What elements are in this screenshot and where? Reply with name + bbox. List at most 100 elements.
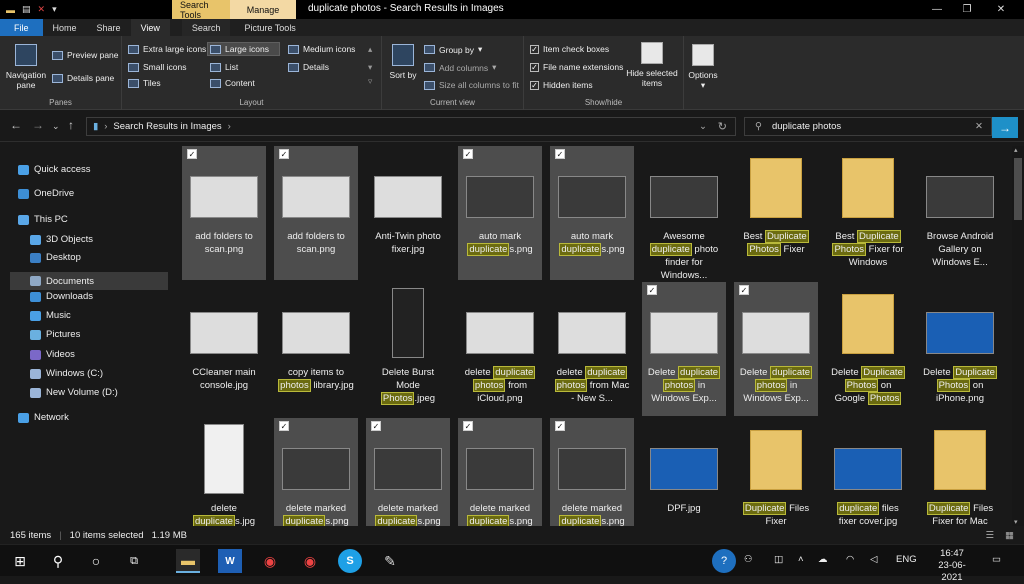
nav-item[interactable]: Downloads — [30, 291, 93, 302]
details-option[interactable]: Details — [288, 62, 329, 72]
navigation-pane-button[interactable]: Navigation pane — [4, 44, 48, 90]
file-explorer-taskbar-icon[interactable]: ▬ — [176, 549, 200, 573]
file-item[interactable]: ✓ auto mark duplicate s.png — [458, 146, 542, 280]
layout-scroll-up-icon[interactable]: ▴ — [368, 44, 372, 55]
recent-locations-icon[interactable]: ⌄ — [52, 121, 60, 132]
up-arrow-icon[interactable]: ↑ — [68, 118, 74, 132]
task-view-icon[interactable]: ⧉ — [122, 549, 146, 573]
item-checkbox[interactable]: ✓ — [187, 149, 197, 159]
search-go-button[interactable]: → — [992, 117, 1018, 138]
group-by-button[interactable]: Group by ▾ — [424, 44, 482, 55]
item-checkbox[interactable]: ✓ — [279, 421, 289, 431]
file-item[interactable]: Awesome duplicate photo finder for Windo… — [642, 146, 726, 281]
address-dropdown-icon[interactable]: ⌄ — [699, 121, 707, 132]
file-item[interactable]: CCleaner main console.jpg — [182, 282, 266, 416]
search-box[interactable]: ⚲ duplicate photos ✕ — [744, 117, 992, 136]
nav-item[interactable]: Quick access — [18, 164, 91, 175]
small-icons-option[interactable]: Small icons — [128, 62, 186, 72]
file-item[interactable]: delete duplicate s.jpg — [182, 418, 266, 526]
show-hidden-icons-icon[interactable]: ˄ — [798, 554, 804, 565]
tiles-option[interactable]: Tiles — [128, 78, 161, 88]
tab-search[interactable]: Search — [181, 19, 231, 36]
item-checkbox[interactable]: ✓ — [463, 421, 473, 431]
content-option[interactable]: Content — [210, 78, 255, 88]
search-input[interactable]: duplicate photos — [772, 121, 841, 132]
nav-item[interactable]: This PC — [18, 214, 68, 225]
large-icons-view-icon[interactable]: ▦ — [1005, 530, 1014, 541]
nav-item[interactable]: Pictures — [30, 329, 80, 340]
address-bar[interactable]: ▮ › Search Results in Images › ⌄ ↻ — [86, 117, 736, 136]
nav-item[interactable]: Videos — [30, 349, 75, 360]
input-language[interactable]: ENG — [896, 554, 917, 565]
file-item[interactable]: Delete Duplicate Photos on iPhone.png — [918, 282, 1002, 416]
preview-pane-button[interactable]: Preview pane — [52, 50, 119, 60]
file-item[interactable]: ✓ delete marked duplicate s.png — [274, 418, 358, 526]
file-item[interactable]: Best Duplicate Photos Fixer — [734, 146, 818, 280]
file-item[interactable]: delete duplicate photos from iCloud.png — [458, 282, 542, 416]
nav-item[interactable]: Documents — [10, 272, 168, 290]
hide-selected-items-button[interactable]: Hide selected items — [624, 42, 680, 88]
paint-taskbar-icon[interactable]: ✎ — [378, 549, 402, 573]
file-item[interactable]: Best Duplicate Photos Fixer for Windows — [826, 146, 910, 280]
back-arrow-icon[interactable]: ← — [10, 118, 22, 132]
layout-expand-icon[interactable]: ▿ — [368, 76, 372, 87]
volume-icon[interactable]: ◁ — [870, 554, 877, 565]
skype-taskbar-icon[interactable]: S — [338, 549, 362, 573]
properties-icon[interactable]: ▤ — [22, 4, 31, 15]
file-item[interactable]: Delete Duplicate Photos on Google Photos — [826, 282, 910, 416]
size-all-columns-button[interactable]: Size all columns to fit — [424, 80, 519, 90]
scrollbar-thumb[interactable] — [1014, 158, 1022, 220]
file-item[interactable]: Anti-Twin photo fixer.jpg — [366, 146, 450, 280]
file-item[interactable]: Duplicate Files Fixer for Mac — [918, 418, 1002, 526]
start-windows-icon[interactable]: ⊞ — [8, 549, 32, 573]
chrome-taskbar-icon[interactable]: ◉ — [258, 549, 282, 573]
help-circle-icon[interactable]: ? — [712, 549, 736, 573]
chrome-profile-taskbar-icon[interactable]: ◉ — [298, 549, 322, 573]
meet-now-icon[interactable]: ◫ — [774, 554, 783, 565]
onedrive-cloud-icon[interactable]: ☁ — [818, 554, 828, 565]
tab-home[interactable]: Home — [43, 19, 87, 36]
medium-icons-option[interactable]: Medium icons — [288, 44, 355, 54]
scroll-up-icon[interactable]: ▴ — [1014, 146, 1018, 154]
details-pane-button[interactable]: Details pane — [52, 73, 114, 83]
item-check-boxes-checkbox[interactable]: ✓ Item check boxes — [530, 44, 609, 54]
file-item[interactable]: ✓ auto mark duplicate s.png — [550, 146, 634, 280]
tab-share[interactable]: Share — [87, 19, 131, 36]
refresh-icon[interactable]: ↻ — [718, 120, 727, 133]
item-checkbox[interactable]: ✓ — [647, 285, 657, 295]
file-item[interactable]: duplicate files fixer cover.jpg — [826, 418, 910, 526]
file-item[interactable]: ✓ delete marked duplicate s.png — [458, 418, 542, 526]
item-checkbox[interactable]: ✓ — [371, 421, 381, 431]
item-checkbox[interactable]: ✓ — [555, 421, 565, 431]
maximize-button[interactable]: ❐ — [950, 0, 984, 19]
notifications-icon[interactable]: ▭ — [992, 554, 1001, 565]
contacts-icon[interactable]: ⚇ — [744, 554, 753, 565]
wifi-icon[interactable]: ◠ — [846, 554, 854, 565]
folder-icon[interactable]: ▬ — [6, 5, 15, 15]
item-checkbox[interactable]: ✓ — [555, 149, 565, 159]
nav-item[interactable]: OneDrive — [18, 188, 74, 199]
forward-arrow-icon[interactable]: → — [32, 118, 44, 132]
qat-dropdown-icon[interactable]: ▾ — [52, 4, 57, 15]
add-columns-button[interactable]: Add columns ▾ — [424, 62, 496, 73]
file-item[interactable]: ✓ Delete duplicate photos in Windows Exp.… — [734, 282, 818, 416]
close-button[interactable]: ✕ — [984, 0, 1018, 19]
list-option[interactable]: List — [210, 62, 238, 72]
search-icon[interactable]: ⚲ — [46, 549, 70, 573]
file-item[interactable]: DPF.jpg — [642, 418, 726, 526]
file-item[interactable]: copy items to photos library.jpg — [274, 282, 358, 416]
item-checkbox[interactable]: ✓ — [279, 149, 289, 159]
minimize-button[interactable]: — — [920, 0, 954, 19]
delete-icon[interactable]: ✕ — [38, 4, 46, 15]
nav-item[interactable]: Music — [30, 310, 71, 321]
file-item[interactable]: ✓ Delete duplicate photos in Windows Exp.… — [642, 282, 726, 416]
nav-item[interactable]: New Volume (D:) — [30, 387, 118, 398]
nav-item[interactable]: Windows (C:) — [30, 368, 103, 379]
clear-search-icon[interactable]: ✕ — [975, 121, 983, 132]
extra-large-icons-option[interactable]: Extra large icons — [128, 44, 206, 54]
scrollbar[interactable]: ▴ ▾ — [1012, 146, 1024, 526]
nav-item[interactable]: Network — [18, 412, 69, 423]
file-item[interactable]: ✓ delete marked duplicate s.png — [550, 418, 634, 526]
file-item[interactable]: ✓ add folders to scan.png — [182, 146, 266, 280]
item-checkbox[interactable]: ✓ — [463, 149, 473, 159]
